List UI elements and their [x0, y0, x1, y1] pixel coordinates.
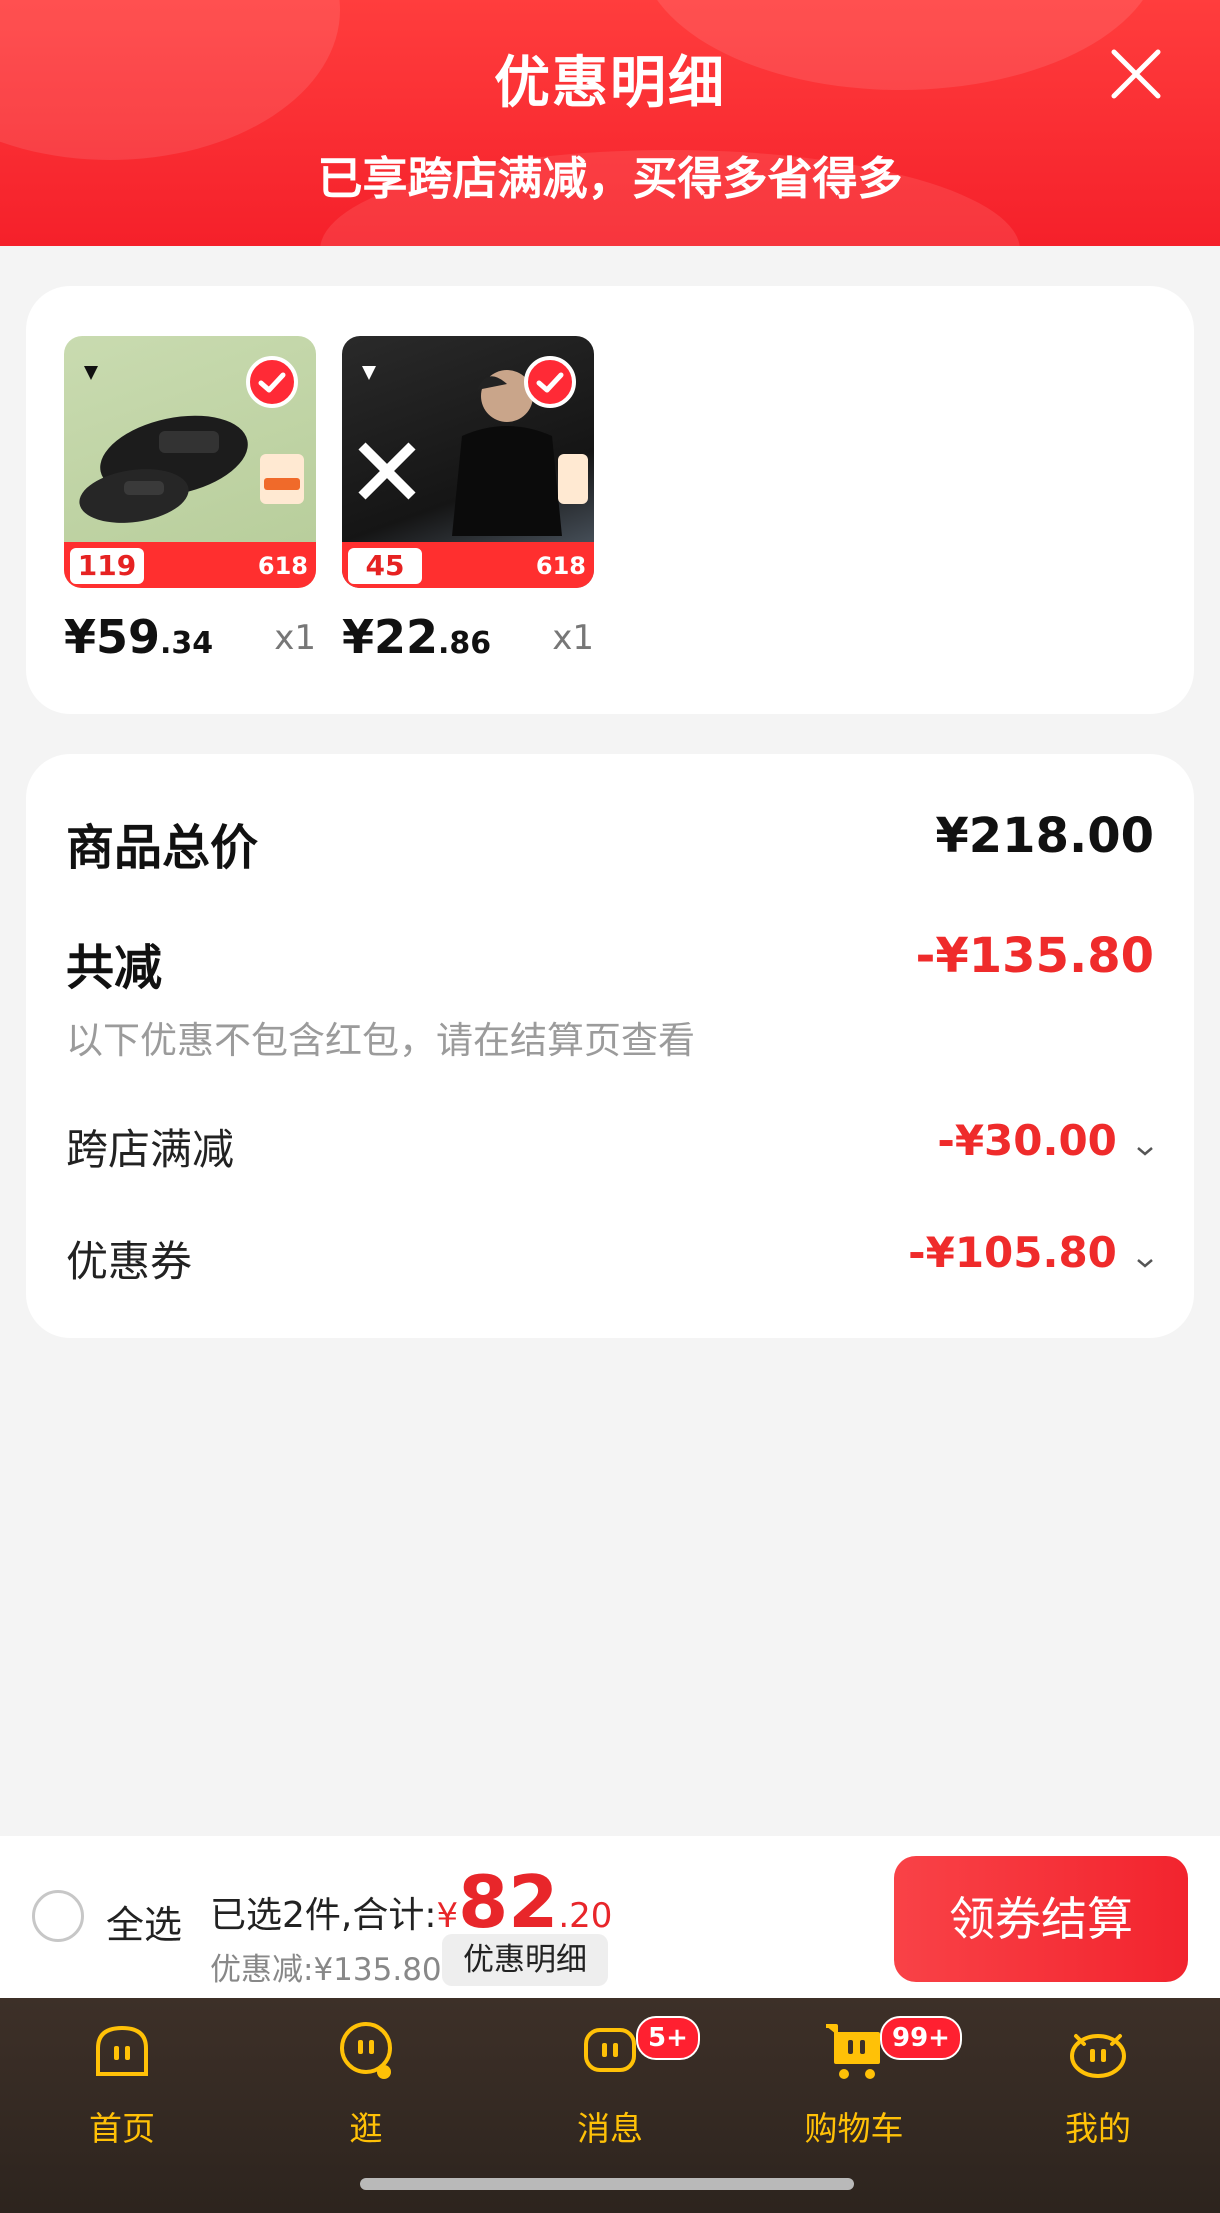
close-button[interactable] [1106, 44, 1166, 104]
product-price: ¥22.86 [342, 610, 491, 664]
selected-check[interactable] [524, 356, 576, 408]
message-badge: 5+ [636, 2016, 700, 2060]
tab-home[interactable]: 首页 [22, 2018, 222, 2168]
total-price-value: ¥218.00 [935, 808, 1154, 864]
discount-detail-button[interactable]: 优惠明细 [442, 1934, 608, 1986]
product-price: ¥59.34 [64, 610, 213, 664]
cart-icon [826, 2024, 880, 2079]
discount-note: 以下优惠不包含红包，请在结算页查看 [66, 1019, 695, 1062]
promo-price-strip: 119 618 [64, 542, 316, 588]
price-decimal: .34 [160, 626, 214, 661]
message-icon [584, 2028, 636, 2072]
chevron-down-icon [1137, 1258, 1153, 1268]
product-quantity: x1 [274, 618, 316, 658]
total-integer: 82 [458, 1860, 559, 1944]
select-all-radio[interactable] [32, 1890, 84, 1942]
product-list-card: 119 618 ¥59.34 x1 45 618 ¥22.86 x1 [26, 286, 1194, 714]
home-indicator[interactable] [360, 2178, 854, 2190]
tab-label: 购物车 [804, 2109, 904, 2148]
page-subtitle: 已享跨店满减，买得多省得多 [317, 152, 903, 205]
profile-icon [1070, 2034, 1126, 2078]
home-icon [96, 2025, 148, 2076]
promo-header: 优惠明细 已享跨店满减，买得多省得多 [0, 0, 1220, 246]
tab-profile[interactable]: 我的 [998, 2018, 1198, 2168]
coupon-value-group[interactable]: -¥105.80 [908, 1228, 1154, 1277]
total-price-label: 商品总价 [66, 820, 259, 876]
selection-count-text: 已选2件,合计: [210, 1895, 437, 1936]
chevron-down-icon [1137, 1146, 1153, 1156]
product-quantity: x1 [552, 618, 594, 658]
checkout-bar: 全选 已选2件,合计:¥82.20 优惠减:¥135.80 优惠明细 领券结算 [0, 1836, 1220, 1998]
tab-cart[interactable]: 99+ 购物车 [754, 2016, 962, 2168]
promo-price: 45 [348, 548, 422, 584]
product-image[interactable]: 119 618 [64, 336, 316, 588]
total-currency: ¥ [436, 1896, 459, 1936]
price-integer: ¥22 [342, 610, 439, 664]
check-icon [536, 372, 564, 393]
tab-label: 首页 [89, 2109, 155, 2148]
check-icon [258, 372, 286, 393]
price-decimal: .86 [438, 626, 492, 661]
tab-label: 我的 [1065, 2109, 1131, 2148]
price-integer: ¥59 [64, 610, 161, 664]
tab-messages[interactable]: 5+ 消息 [510, 2016, 710, 2168]
selected-check[interactable] [246, 356, 298, 408]
cross-store-value-group[interactable]: -¥30.00 [937, 1116, 1154, 1165]
cross-store-value: -¥30.00 [937, 1116, 1117, 1165]
close-icon [1111, 49, 1161, 99]
tab-label: 逛 [349, 2109, 383, 2148]
promo-618-tag: 618 [535, 552, 586, 580]
discount-label: 共减 [66, 940, 163, 996]
selection-total: 已选2件,合计:¥82.20 [210, 1860, 612, 1944]
total-decimal: .20 [558, 1896, 613, 1936]
tab-label: 消息 [577, 2109, 643, 2148]
cross-store-label: 跨店满减 [66, 1125, 235, 1174]
promo-price-strip: 45 618 [342, 542, 594, 588]
product-image[interactable]: 45 618 [342, 336, 594, 588]
tab-browse[interactable]: 逛 [266, 2018, 466, 2168]
cart-badge: 99+ [880, 2016, 962, 2060]
checkout-button[interactable]: 领券结算 [894, 1856, 1188, 1982]
page-title: 优惠明细 [494, 51, 726, 116]
promo-618-tag: 618 [257, 552, 308, 580]
saved-amount: 优惠减:¥135.80 [210, 1952, 442, 1988]
coupon-value: -¥105.80 [908, 1228, 1117, 1277]
discount-value: -¥135.80 [915, 928, 1154, 984]
coupon-label: 优惠券 [66, 1237, 193, 1286]
price-summary-card: 商品总价 ¥218.00 共减 -¥135.80 以下优惠不包含红包，请在结算页… [26, 754, 1194, 1338]
promo-price: 119 [70, 548, 144, 584]
select-all-label[interactable]: 全选 [106, 1894, 182, 1949]
browse-icon [340, 2022, 392, 2079]
